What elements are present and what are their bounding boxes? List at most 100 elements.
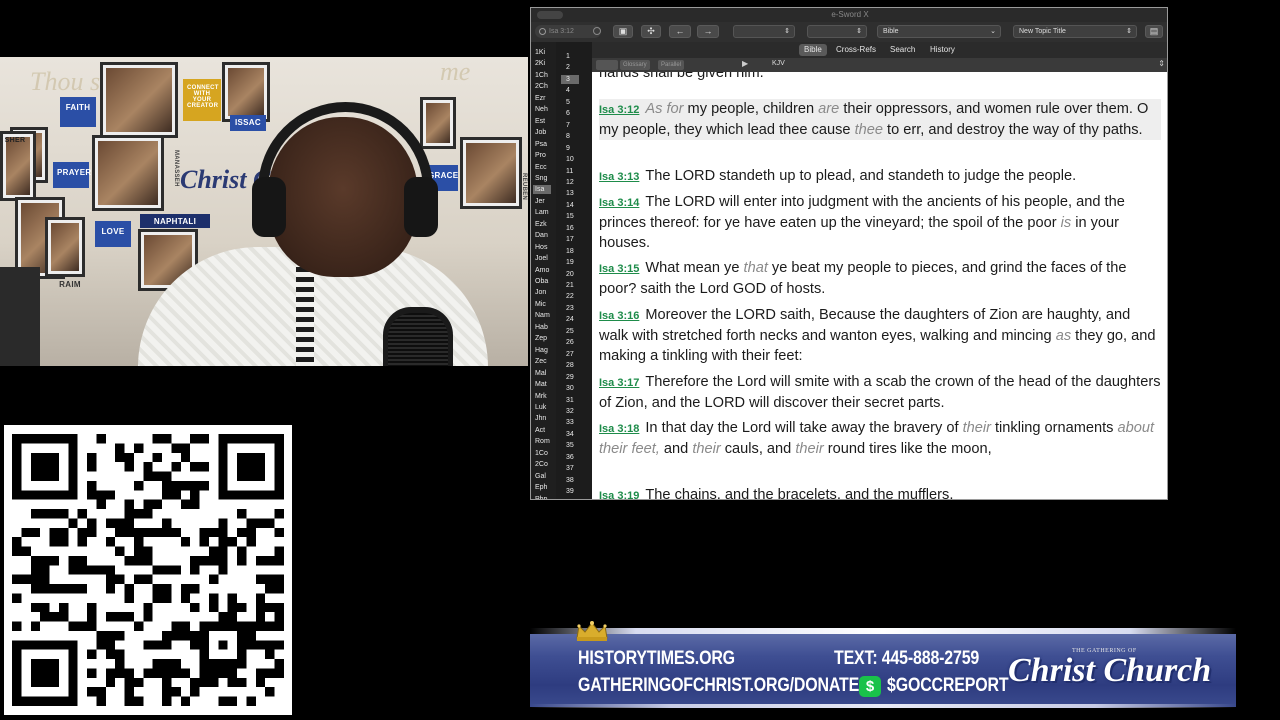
book-item[interactable]: Lam bbox=[535, 208, 549, 217]
book-item[interactable]: 1Co bbox=[535, 449, 548, 458]
sidebar-toggle-button[interactable]: ▤ bbox=[1145, 25, 1163, 38]
chapter-item[interactable]: 22 bbox=[566, 292, 574, 301]
book-item[interactable]: Hos bbox=[535, 243, 547, 252]
chapter-item[interactable]: 37 bbox=[566, 464, 574, 473]
book-item[interactable]: Hag bbox=[535, 346, 548, 355]
chapter-item[interactable]: 23 bbox=[566, 304, 574, 313]
chapter-item[interactable]: 15 bbox=[566, 212, 574, 221]
book-item[interactable]: Neh bbox=[535, 105, 548, 114]
chapter-item[interactable]: 12 bbox=[566, 178, 574, 187]
book-item[interactable]: Jon bbox=[535, 288, 546, 297]
chapter-item[interactable]: 14 bbox=[566, 201, 574, 210]
book-item[interactable]: Sng bbox=[535, 174, 547, 183]
book-item[interactable]: Pro bbox=[535, 151, 546, 160]
book-item[interactable]: Act bbox=[535, 426, 545, 435]
chapter-item[interactable]: 26 bbox=[566, 338, 574, 347]
chapter-item[interactable]: 6 bbox=[566, 109, 570, 118]
chapter-item[interactable]: 31 bbox=[566, 396, 574, 405]
book-item[interactable]: Luk bbox=[535, 403, 546, 412]
book-item[interactable]: Zec bbox=[535, 357, 547, 366]
book-item[interactable]: 2Ki bbox=[535, 59, 545, 68]
chapter-item[interactable]: 32 bbox=[566, 407, 574, 416]
chapter-item[interactable]: 21 bbox=[566, 281, 574, 290]
chapter-item[interactable]: 25 bbox=[566, 327, 574, 336]
chapter-item[interactable]: 13 bbox=[566, 189, 574, 198]
book-item[interactable]: Zep bbox=[535, 334, 547, 343]
verse-ref-link[interactable]: Isa 3:14 bbox=[599, 197, 639, 209]
chapter-item[interactable]: 18 bbox=[566, 247, 574, 256]
book-item[interactable]: Joel bbox=[535, 254, 548, 263]
book-item[interactable]: Mrk bbox=[535, 392, 547, 401]
book-item[interactable]: Ezk bbox=[535, 220, 547, 229]
book-item[interactable]: Ecc bbox=[535, 163, 547, 172]
chapter-item[interactable]: 5 bbox=[566, 98, 570, 107]
chapter-item[interactable]: 3 bbox=[561, 74, 579, 84]
book-item[interactable]: Mal bbox=[535, 369, 546, 378]
chapter-item[interactable]: 28 bbox=[566, 361, 574, 370]
book-item[interactable]: Mic bbox=[535, 300, 546, 309]
chapter-item[interactable]: 36 bbox=[566, 453, 574, 462]
chapter-item[interactable]: 4 bbox=[566, 86, 570, 95]
chapter-item[interactable]: 11 bbox=[566, 167, 573, 176]
chapter-item[interactable]: 27 bbox=[566, 350, 574, 359]
layout-button[interactable]: ▣ bbox=[613, 25, 633, 38]
chapter-item[interactable]: 2 bbox=[566, 63, 570, 72]
search-input[interactable]: Isa 3:12 bbox=[535, 25, 601, 38]
tab-cross-refs[interactable]: Cross-Refs bbox=[831, 44, 881, 56]
book-item[interactable]: Amo bbox=[535, 266, 549, 275]
verse-ref-link[interactable]: Isa 3:17 bbox=[599, 377, 639, 389]
verse-ref-link[interactable]: Isa 3:18 bbox=[599, 423, 639, 435]
book-item[interactable]: Eph bbox=[535, 483, 547, 492]
verse-ref-link[interactable]: Isa 3:16 bbox=[599, 310, 639, 322]
glossary-button[interactable]: Glossary bbox=[620, 60, 650, 70]
tab-search[interactable]: Search bbox=[885, 44, 920, 56]
chapter-item[interactable]: 16 bbox=[566, 224, 574, 233]
chapter-item[interactable]: 40 bbox=[566, 499, 574, 500]
chapter-item[interactable]: 8 bbox=[566, 132, 570, 141]
book-item[interactable]: Php bbox=[535, 495, 547, 499]
verse-ref-link[interactable]: Isa 3:12 bbox=[599, 104, 639, 116]
book-item[interactable]: Est bbox=[535, 117, 545, 126]
book-item[interactable]: Dan bbox=[535, 231, 548, 240]
play-icon[interactable]: ▶ bbox=[742, 59, 748, 68]
chapter-item[interactable]: 39 bbox=[566, 487, 574, 496]
book-item[interactable]: Ezr bbox=[535, 94, 546, 103]
module-select-1[interactable]: ⇕ bbox=[733, 25, 795, 38]
chapter-item[interactable]: 7 bbox=[566, 121, 570, 130]
chapter-item[interactable]: 19 bbox=[566, 258, 574, 267]
book-item[interactable]: Job bbox=[535, 128, 546, 137]
book-item[interactable]: Gal bbox=[535, 472, 546, 481]
chapter-item[interactable]: 33 bbox=[566, 418, 574, 427]
chapter-item[interactable]: 35 bbox=[566, 441, 574, 450]
book-item[interactable]: 2Co bbox=[535, 460, 548, 469]
tab-bible[interactable]: Bible bbox=[799, 44, 827, 56]
chapter-item[interactable]: 10 bbox=[566, 155, 574, 164]
chapter-item[interactable]: 29 bbox=[566, 373, 574, 382]
chapter-item[interactable]: 20 bbox=[566, 270, 574, 279]
module-select-2[interactable]: ⇕ bbox=[807, 25, 867, 38]
book-item[interactable]: Jer bbox=[535, 197, 545, 206]
forward-button[interactable]: → bbox=[697, 25, 719, 38]
pane-button[interactable] bbox=[596, 60, 618, 70]
book-item[interactable]: Hab bbox=[535, 323, 548, 332]
chapter-item[interactable]: 24 bbox=[566, 315, 574, 324]
settings-button[interactable]: ✣ bbox=[641, 25, 661, 38]
book-item[interactable]: 1Ch bbox=[535, 71, 548, 80]
verse-ref-link[interactable]: Isa 3:15 bbox=[599, 263, 639, 275]
chapter-item[interactable]: 9 bbox=[566, 144, 570, 153]
back-button[interactable]: ← bbox=[669, 25, 691, 38]
chapter-item[interactable]: 34 bbox=[566, 430, 574, 439]
clear-icon[interactable] bbox=[593, 27, 601, 35]
book-item[interactable]: Isa bbox=[533, 185, 551, 195]
book-item[interactable]: Psa bbox=[535, 140, 547, 149]
bible-select[interactable]: Bible ⌄ bbox=[877, 25, 1001, 38]
book-item[interactable]: Mat bbox=[535, 380, 547, 389]
chapter-item[interactable]: 38 bbox=[566, 476, 574, 485]
book-item[interactable]: Rom bbox=[535, 437, 550, 446]
verse-ref-link[interactable]: Isa 3:13 bbox=[599, 171, 639, 183]
book-item[interactable]: 2Ch bbox=[535, 82, 548, 91]
chapter-item[interactable]: 1 bbox=[566, 52, 570, 61]
tab-history[interactable]: History bbox=[925, 44, 960, 56]
parallel-button[interactable]: Parallel bbox=[658, 60, 685, 70]
chevron-icon[interactable]: ⇕ bbox=[1158, 59, 1165, 68]
